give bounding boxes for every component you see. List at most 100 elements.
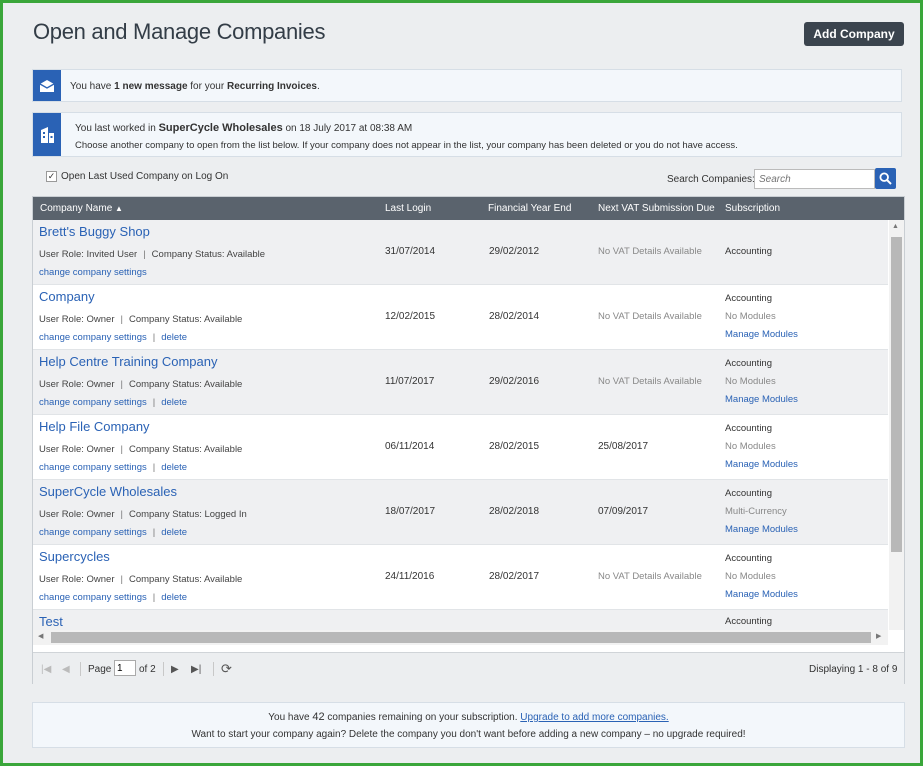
table-row[interactable]: Help File Company User Role: Owner | Compa…	[33, 415, 888, 480]
delete-link[interactable]: delete	[161, 527, 187, 538]
search-button[interactable]	[875, 168, 896, 189]
upgrade-link[interactable]: Upgrade to add more companies.	[520, 712, 668, 723]
vertical-scrollbar[interactable]: ▲	[889, 220, 904, 630]
last-login-cell: 31/07/2014	[385, 246, 436, 257]
fye-cell: 28/02/2014	[489, 311, 540, 322]
last-login-cell: 12/02/2015	[385, 311, 436, 322]
previous-page-icon[interactable]: ◀	[62, 664, 70, 675]
table-row[interactable]: Help Centre Training Company User Role: …	[33, 350, 888, 415]
company-meta: User Role: Owner | Company Status: Availab…	[39, 574, 243, 585]
change-settings-link[interactable]: change company settings	[39, 332, 147, 343]
companies-grid: Company Name ▲ Last Login Financial Year…	[32, 196, 905, 684]
company-name-link[interactable]: SuperCycle Wholesales	[39, 484, 177, 499]
subscription-cell: Accounting	[725, 246, 773, 257]
grid-header: Company Name ▲ Last Login Financial Year…	[33, 197, 904, 220]
modules-cell: No Modules	[725, 441, 776, 452]
table-row[interactable]: Company User Role: Owner | Company Status:…	[33, 285, 888, 350]
company-meta: User Role: Owner | Company Status: Availab…	[39, 314, 243, 325]
open-last-used-option[interactable]: ✓ Open Last Used Company on Log On	[46, 171, 228, 182]
page-label: Page	[88, 664, 112, 675]
vat-cell: No VAT Details Available	[598, 376, 702, 387]
subscription-cell: Accounting	[725, 553, 773, 564]
manage-modules-link[interactable]: Manage Modules	[725, 394, 798, 405]
last-worked-banner: You last worked in SuperCycle Wholesales…	[32, 112, 902, 157]
open-last-used-checkbox[interactable]: ✓	[46, 171, 57, 182]
manage-modules-link[interactable]: Manage Modules	[725, 589, 798, 600]
vat-cell: No VAT Details Available	[598, 571, 702, 582]
choose-company-text: Choose another company to open from the …	[75, 140, 738, 151]
remaining-count: 42	[312, 711, 325, 723]
first-page-icon[interactable]: |◀	[41, 664, 51, 675]
table-row[interactable]: Brett's Buggy Shop User Role: Invited Us…	[33, 220, 888, 285]
scroll-left-icon[interactable]: ◀	[38, 632, 43, 640]
company-name-link[interactable]: Brett's Buggy Shop	[39, 224, 150, 239]
pager-divider	[163, 662, 164, 676]
refresh-icon[interactable]: ⟳	[221, 661, 232, 677]
start-again-text: Want to start your company again? Delete…	[191, 729, 746, 740]
table-row[interactable]: Test Accounting	[33, 610, 888, 630]
company-meta: User Role: Owner | Company Status: Availab…	[39, 379, 243, 390]
table-row[interactable]: SuperCycle Wholesales User Role: Owner | C…	[33, 480, 888, 545]
company-name-link[interactable]: Supercycles	[39, 549, 110, 564]
column-header-company-name[interactable]: Company Name ▲	[40, 203, 123, 214]
delete-link[interactable]: delete	[161, 332, 187, 343]
column-header-vat-due[interactable]: Next VAT Submission Due	[598, 203, 715, 214]
building-icon	[33, 113, 61, 156]
delete-link[interactable]: delete	[161, 462, 187, 473]
vat-cell: 25/08/2017	[598, 441, 649, 452]
pagination-bar: |◀ ◀ Page of 2 ▶ ▶| ⟳ Displaying 1 - 8 o…	[33, 652, 904, 684]
company-links: change company settings | delete	[39, 332, 188, 343]
fye-cell: 29/02/2012	[489, 246, 540, 257]
add-company-button[interactable]: Add Company	[804, 22, 904, 46]
company-links: change company settings | delete	[39, 462, 188, 473]
pager-divider	[213, 662, 214, 676]
column-header-subscription[interactable]: Subscription	[725, 203, 780, 214]
company-links: change company settings | delete	[39, 592, 188, 603]
company-meta: User Role: Invited User | Company Status: …	[39, 249, 266, 260]
company-links: change company settings	[39, 267, 147, 278]
manage-modules-link[interactable]: Manage Modules	[725, 329, 798, 340]
message-count[interactable]: 1 new message	[114, 81, 187, 92]
change-settings-link[interactable]: change company settings	[39, 592, 147, 603]
change-settings-link[interactable]: change company settings	[39, 397, 147, 408]
company-links: change company settings | delete	[39, 527, 188, 538]
last-worked-text: You last worked in SuperCycle Wholesales…	[75, 122, 413, 134]
change-settings-link[interactable]: change company settings	[39, 527, 147, 538]
recurring-invoices-link[interactable]: Recurring Invoices	[227, 81, 317, 92]
scroll-right-icon[interactable]: ▶	[876, 632, 881, 640]
page-title: Open and Manage Companies	[33, 19, 326, 44]
delete-link[interactable]: delete	[161, 397, 187, 408]
column-header-last-login[interactable]: Last Login	[385, 203, 431, 214]
vat-cell: No VAT Details Available	[598, 311, 702, 322]
company-name-link[interactable]: Company	[39, 289, 95, 304]
horizontal-scrollbar[interactable]: ◀ ▶	[33, 630, 888, 645]
change-settings-link[interactable]: change company settings	[39, 267, 147, 278]
company-name-link[interactable]: Test	[39, 614, 63, 629]
fye-cell: 29/02/2016	[489, 376, 540, 387]
manage-modules-link[interactable]: Manage Modules	[725, 459, 798, 470]
scroll-up-icon[interactable]: ▲	[892, 223, 899, 230]
delete-link[interactable]: delete	[161, 592, 187, 603]
company-name-link[interactable]: Help Centre Training Company	[39, 354, 217, 369]
subscription-cell: Accounting	[725, 616, 773, 627]
grid-rows: Brett's Buggy Shop User Role: Invited Us…	[33, 220, 888, 630]
company-name-link[interactable]: Help File Company	[39, 419, 150, 434]
change-settings-link[interactable]: change company settings	[39, 462, 147, 473]
vat-cell: 07/09/2017	[598, 506, 649, 517]
page-number-input[interactable]	[114, 660, 136, 676]
next-page-icon[interactable]: ▶	[171, 664, 179, 675]
column-header-financial-year-end[interactable]: Financial Year End	[488, 203, 571, 214]
sort-ascending-icon: ▲	[115, 204, 123, 213]
company-links: change company settings | delete	[39, 397, 188, 408]
subscription-cell: Accounting	[725, 488, 773, 499]
last-login-cell: 11/07/2017	[385, 376, 435, 387]
last-page-icon[interactable]: ▶|	[191, 664, 201, 675]
horizontal-scroll-thumb[interactable]	[51, 632, 871, 643]
manage-modules-link[interactable]: Manage Modules	[725, 524, 798, 535]
vertical-scroll-thumb[interactable]	[891, 237, 902, 552]
fye-cell: 28/02/2018	[489, 506, 540, 517]
table-row[interactable]: Supercycles User Role: Owner | Company Sta…	[33, 545, 888, 610]
subscription-cell: Accounting	[725, 358, 773, 369]
last-login-cell: 06/11/2014	[385, 441, 435, 452]
search-input[interactable]	[754, 169, 875, 189]
